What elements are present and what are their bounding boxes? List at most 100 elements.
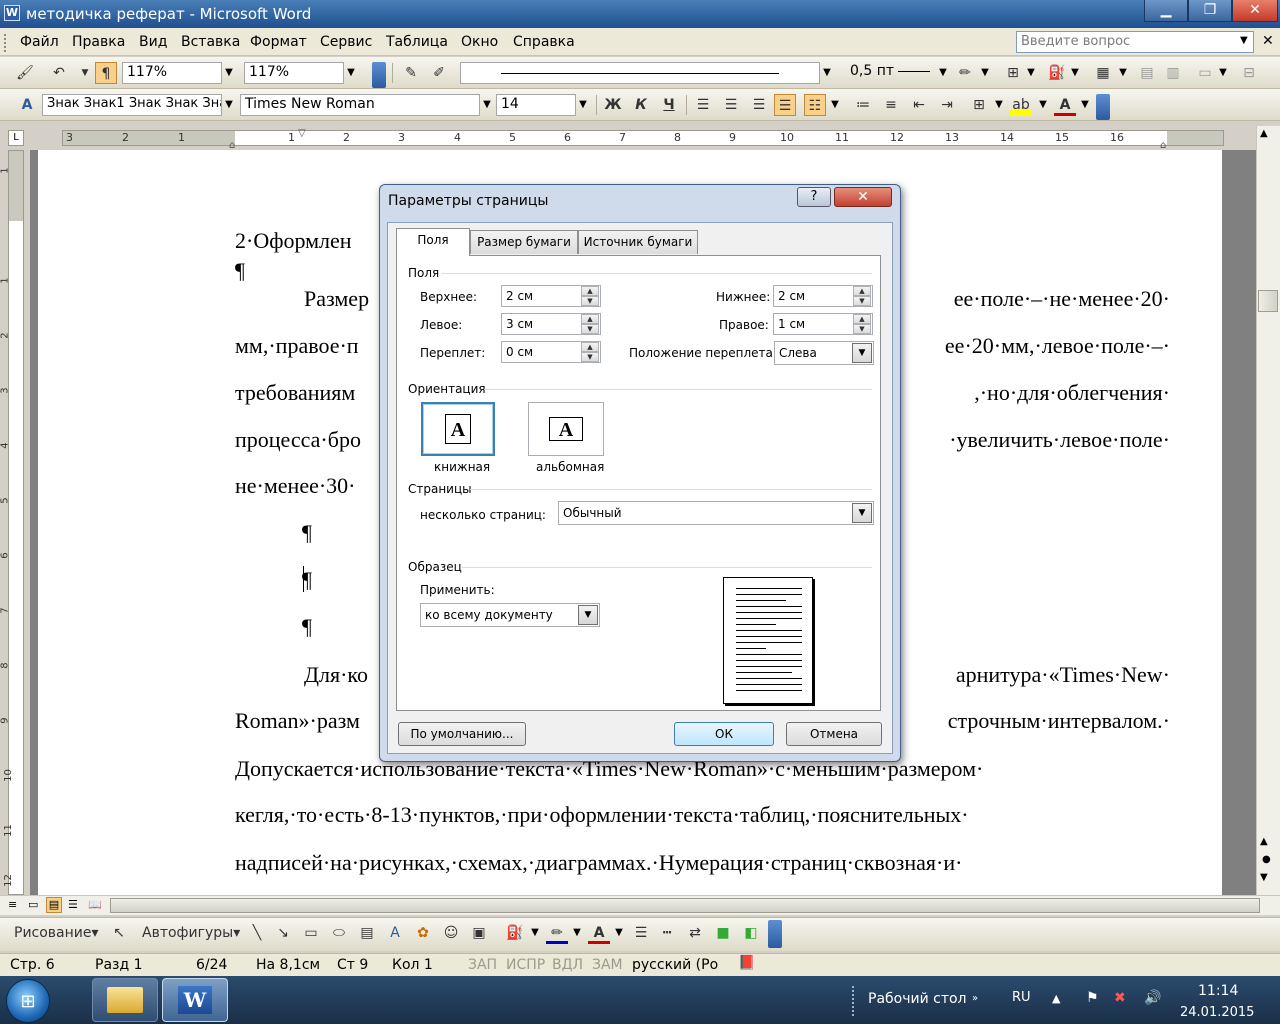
draw-table-icon[interactable]: ✐ <box>428 62 450 84</box>
apply-to-select[interactable]: ко всему документу <box>420 603 600 627</box>
numbering-icon[interactable]: ≔ <box>852 94 874 116</box>
chevron-down-icon[interactable]: ▼ <box>576 95 590 115</box>
scroll-down-icon[interactable]: ▼ <box>1260 872 1268 883</box>
select-browse-object-icon[interactable]: ● <box>1262 854 1271 865</box>
chevron-down-icon[interactable]: ▼ <box>528 923 542 943</box>
format-painter-icon[interactable]: 🖌 <box>14 62 36 84</box>
spin-down-icon[interactable]: ▼ <box>581 352 599 362</box>
scrollbar-thumb[interactable] <box>110 898 1260 913</box>
tab-paper-size[interactable]: Размер бумаги <box>470 230 578 254</box>
toolbar-options-icon[interactable] <box>768 920 782 948</box>
chevron-down-icon[interactable]: ▼ <box>1240 35 1248 46</box>
chevron-down-icon[interactable]: ▼ <box>936 63 950 83</box>
menu-grip[interactable] <box>4 34 8 52</box>
chevron-down-icon[interactable]: ▼ <box>1036 95 1050 115</box>
line-style-icon[interactable]: ☰ <box>630 922 652 944</box>
clip-art-icon[interactable]: ☺ <box>440 922 462 944</box>
chevron-down-icon[interactable]: ▼ <box>1078 95 1092 115</box>
rectangle-tool-icon[interactable]: ▭ <box>300 922 322 944</box>
chevron-down-icon[interactable]: ▼ <box>222 95 236 115</box>
chevron-down-icon[interactable]: ▼ <box>992 95 1006 115</box>
chevron-down-icon[interactable]: ▼ <box>222 63 236 83</box>
insert-table-icon[interactable]: ▦ <box>1092 62 1114 84</box>
zoom-combo-2[interactable]: 117% <box>244 62 344 84</box>
portrait-button[interactable]: A <box>421 402 495 456</box>
chevron-down-icon[interactable]: ▼ <box>612 923 626 943</box>
status-language[interactable]: русский (Ро <box>632 957 718 973</box>
chevron-down-icon[interactable]: ▼ <box>570 923 584 943</box>
style-combo[interactable]: Знак Знак1 Знак Знак Зна <box>42 94 222 116</box>
spin-down-icon[interactable]: ▼ <box>581 324 599 334</box>
help-button[interactable]: ? <box>797 187 831 207</box>
line-weight-combo[interactable]: 0,5 пт <box>846 62 936 84</box>
tab-paper-source[interactable]: Источник бумаги <box>578 230 698 254</box>
border-color-icon[interactable]: ✏ <box>954 62 976 84</box>
maximize-button[interactable]: ❐ <box>1188 0 1232 22</box>
dash-style-icon[interactable]: ┅ <box>656 922 678 944</box>
wordart-icon[interactable]: A <box>384 922 406 944</box>
dialog-close-button[interactable]: ✕ <box>834 187 892 207</box>
flag-icon[interactable]: ⚑ <box>1086 990 1099 1006</box>
bold-button[interactable]: Ж <box>602 94 624 116</box>
set-default-button[interactable]: По умолчанию... <box>398 722 526 746</box>
chevron-down-icon[interactable]: ▼ <box>344 63 358 83</box>
select-objects-icon[interactable]: ↖ <box>108 922 130 944</box>
distribute-rows-icon[interactable]: ⊟ <box>1238 62 1260 84</box>
horizontal-ruler[interactable] <box>62 130 1224 146</box>
spelling-status-icon[interactable]: 📕 <box>738 955 755 971</box>
menu-file[interactable]: Файл <box>20 34 59 50</box>
cancel-button[interactable]: Отмена <box>786 722 882 746</box>
borders-icon[interactable]: ⊞ <box>1002 62 1024 84</box>
menu-help[interactable]: Справка <box>513 34 575 50</box>
menu-view[interactable]: Вид <box>139 34 167 50</box>
multiple-pages-select[interactable]: Обычный <box>558 501 874 525</box>
chevron-down-icon[interactable]: ▼ <box>1216 63 1230 83</box>
edit-text-icon[interactable]: ✎ <box>400 62 422 84</box>
merge-cells-icon[interactable]: ▤ <box>1136 62 1158 84</box>
align-center-icon[interactable]: ☰ <box>720 94 742 116</box>
diagram-icon[interactable]: ✿ <box>412 922 434 944</box>
shading-color-icon[interactable]: ⛽ <box>1046 62 1068 84</box>
arrow-style-icon[interactable]: ⇄ <box>684 922 706 944</box>
print-layout-icon[interactable]: ▤ <box>46 897 62 913</box>
menu-tools[interactable]: Сервис <box>320 34 372 50</box>
network-error-icon[interactable]: ✖ <box>1114 990 1126 1006</box>
minimize-button[interactable]: ▁ <box>1144 0 1188 22</box>
chevron-down-icon[interactable]: ▼ <box>852 343 872 363</box>
font-color-icon[interactable]: A <box>1054 94 1076 116</box>
explorer-task-icon[interactable] <box>92 978 158 1022</box>
insert-picture-icon[interactable]: ▣ <box>468 922 490 944</box>
chevron-down-icon[interactable]: ▼ <box>1024 63 1038 83</box>
close-document-icon[interactable]: ✕ <box>1262 33 1274 49</box>
chevron-down-icon[interactable]: ▼ <box>1116 63 1130 83</box>
text-box-icon[interactable]: ▤ <box>356 922 378 944</box>
spin-down-icon[interactable]: ▼ <box>853 324 871 334</box>
font-combo[interactable]: Times New Roman <box>240 94 480 116</box>
align-cell-icon[interactable]: ▭ <box>1194 62 1216 84</box>
outside-border-icon[interactable]: ⊞ <box>968 94 990 116</box>
spin-down-icon[interactable]: ▼ <box>581 296 599 306</box>
chevron-down-icon[interactable]: ▼ <box>578 605 598 625</box>
landscape-label[interactable]: альбомная <box>536 460 604 474</box>
tab-margins[interactable]: Поля <box>396 228 470 256</box>
line-style-combo[interactable] <box>460 62 820 84</box>
align-right-icon[interactable]: ☰ <box>748 94 770 116</box>
menu-edit[interactable]: Правка <box>72 34 125 50</box>
chevron-down-icon[interactable]: ▼ <box>852 503 872 523</box>
spin-up-icon[interactable]: ▲ <box>581 314 599 324</box>
show-hidden-icons-icon[interactable]: ▲ <box>1052 992 1060 1005</box>
chevron-down-icon[interactable]: ▼ <box>1068 63 1082 83</box>
spin-up-icon[interactable]: ▲ <box>853 314 871 324</box>
undo-icon[interactable]: ↶ <box>48 62 70 84</box>
input-language[interactable]: RU <box>1012 990 1031 1005</box>
volume-icon[interactable]: 🔊 <box>1144 990 1161 1006</box>
spin-up-icon[interactable]: ▲ <box>581 286 599 296</box>
italic-button[interactable]: К <box>630 94 652 116</box>
scrollbar-thumb[interactable] <box>1258 290 1278 312</box>
3d-style-icon[interactable]: ◧ <box>740 922 762 944</box>
font-size-combo[interactable]: 14 <box>496 94 576 116</box>
split-cells-icon[interactable]: ▥ <box>1162 62 1184 84</box>
status-overtype[interactable]: ЗАМ <box>592 957 623 973</box>
menu-window[interactable]: Окно <box>461 34 498 50</box>
oval-tool-icon[interactable]: ⬭ <box>328 922 350 944</box>
